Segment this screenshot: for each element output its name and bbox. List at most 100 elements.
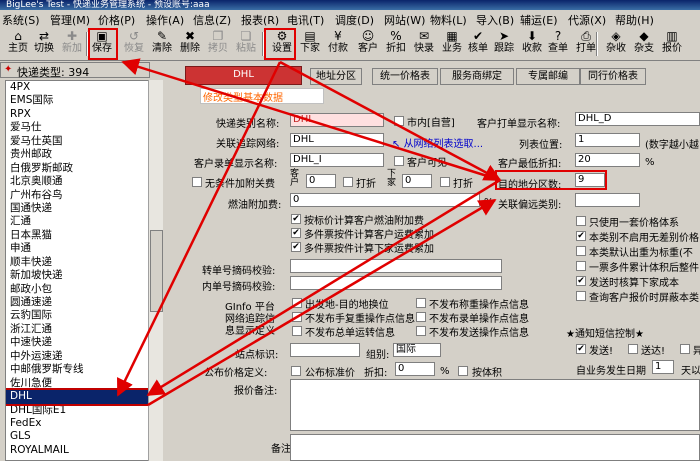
新加-button[interactable]: ✚ 新加 <box>60 30 84 58</box>
list-item[interactable]: GLS <box>6 430 152 443</box>
right-opt-1-checkbox[interactable]: ✔ <box>576 231 586 241</box>
list-item[interactable]: 顺丰快递 <box>6 256 152 269</box>
查单-button[interactable]: ? 查单 <box>546 30 570 58</box>
list-item[interactable]: 浙江汇通 <box>6 323 152 336</box>
menu-item-5[interactable]: 报表(R) <box>241 12 279 28</box>
cust-visible-checkbox[interactable] <box>394 156 404 166</box>
ginfo-right-opt-0-checkbox[interactable] <box>416 298 426 308</box>
min-discount-input[interactable]: 20 <box>575 153 640 167</box>
tab-1[interactable]: 地址分区 <box>310 68 362 85</box>
by-volume-checkbox[interactable] <box>458 366 468 376</box>
discount1-checkbox[interactable] <box>343 177 353 187</box>
menu-item-13[interactable]: 帮助(H) <box>615 12 654 28</box>
list-item[interactable]: EMS国际 <box>6 94 152 107</box>
menu-item-12[interactable]: 代源(X) <box>568 12 606 28</box>
切换-button[interactable]: ⇄ 切换 <box>32 30 56 58</box>
list-item[interactable]: 新加坡快递 <box>6 269 152 282</box>
menu-item-1[interactable]: 管理(M) <box>50 12 90 28</box>
杂支-button[interactable]: ◆ 杂支 <box>632 30 656 58</box>
删除-button[interactable]: ✖ 删除 <box>178 30 202 58</box>
sms-send-checkbox[interactable]: ✔ <box>576 344 586 354</box>
ginfo-opt-0-checkbox[interactable] <box>292 298 302 308</box>
menu-item-2[interactable]: 价格(P) <box>98 12 135 28</box>
打单-button[interactable]: ⎙ 打单 <box>574 30 598 58</box>
list-item[interactable]: 白俄罗斯邮政 <box>6 162 152 175</box>
list-item[interactable]: ROYALMAIL <box>6 444 152 457</box>
tab-0[interactable]: DHL <box>185 66 302 85</box>
local-checkbox[interactable] <box>394 116 404 126</box>
fee2-input[interactable]: 0 <box>402 174 432 188</box>
formula-discount-input[interactable]: 0 <box>395 362 435 376</box>
right-opt-5-checkbox[interactable] <box>576 291 586 301</box>
跟踪-button[interactable]: ➤ 跟踪 <box>492 30 516 58</box>
menu-item-11[interactable]: 辅运(E) <box>520 12 558 28</box>
tracking-input[interactable]: DHL <box>290 133 384 147</box>
杂收-button[interactable]: ◈ 杂收 <box>604 30 628 58</box>
恢复-button[interactable]: ↺ 恢复 <box>122 30 146 58</box>
核单-button[interactable]: ✔ 核单 <box>466 30 490 58</box>
select-network-link[interactable]: ↖ 从网络列表选取... <box>392 135 483 150</box>
list-item[interactable]: 爱马仕 <box>6 121 152 134</box>
list-item[interactable]: 中速快递 <box>6 336 152 349</box>
menu-item-0[interactable]: 系统(S) <box>2 12 40 28</box>
list-item[interactable]: DHL国际E1 <box>6 404 152 417</box>
list-item[interactable]: 国通快递 <box>6 202 152 215</box>
list-item[interactable]: 贵州邮政 <box>6 148 152 161</box>
remark-textarea[interactable] <box>290 434 700 461</box>
list-item[interactable]: 邮政小包 <box>6 283 152 296</box>
publish-checkbox[interactable] <box>291 366 301 376</box>
fuel-opt-2-checkbox[interactable]: ✔ <box>291 242 301 252</box>
menu-item-4[interactable]: 信息(Z) <box>193 12 231 28</box>
menu-item-10[interactable]: 导入(B) <box>476 12 514 28</box>
discount2-checkbox[interactable] <box>440 177 450 187</box>
list-item[interactable]: 广州布谷鸟 <box>6 189 152 202</box>
list-item[interactable]: 汇通 <box>6 215 152 228</box>
type-list[interactable]: 4PX EMS国际 RPX 爱马仕 爱马仕英国 贵州邮政 白俄罗斯邮政 北京奥顺通 广州布谷鸟国… <box>5 80 153 461</box>
tab-4[interactable]: 专属邮编 <box>516 68 580 85</box>
list-item[interactable]: 中邮俄罗斯专线 <box>6 363 152 376</box>
fuel-opt-0-checkbox[interactable]: ✔ <box>291 214 301 224</box>
sms-third-checkbox[interactable] <box>680 344 690 354</box>
menu-item-7[interactable]: 调度(D) <box>335 12 374 28</box>
biz-date-input[interactable]: 1 <box>652 360 674 374</box>
主页-button[interactable]: ⌂ 主页 <box>6 30 30 58</box>
station-input[interactable] <box>290 343 360 357</box>
list-item[interactable]: 申通 <box>6 242 152 255</box>
list-item[interactable]: 爱马仕英国 <box>6 135 152 148</box>
list-item[interactable]: 日本黑猫 <box>6 229 152 242</box>
list-item[interactable]: 云豹国际 <box>6 309 152 322</box>
list-scrollbar[interactable] <box>148 80 163 461</box>
related-input[interactable] <box>575 193 640 207</box>
menu-item-9[interactable]: 物料(L) <box>430 12 467 28</box>
unconditional-checkbox[interactable] <box>192 177 202 187</box>
right-opt-0-checkbox[interactable] <box>576 216 586 226</box>
list-item[interactable]: 北京奥顺通 <box>6 175 152 188</box>
menu-item-8[interactable]: 网站(W) <box>384 12 425 28</box>
list-item[interactable]: 圆通速递 <box>6 296 152 309</box>
transfer-input[interactable] <box>290 259 502 273</box>
ginfo-right-opt-1-checkbox[interactable] <box>416 312 426 322</box>
scroll-thumb[interactable] <box>150 230 163 312</box>
list-item[interactable]: 4PX <box>6 81 152 94</box>
收款-button[interactable]: ⬇ 收款 <box>520 30 544 58</box>
ginfo-opt-2-checkbox[interactable] <box>292 326 302 336</box>
客户-button[interactable]: ☺ 客户 <box>356 30 380 58</box>
cust-display-input[interactable]: DHL_I <box>290 153 384 167</box>
list-item[interactable]: RPX <box>6 108 152 121</box>
list-item[interactable]: 中外运速递 <box>6 350 152 363</box>
list-item[interactable]: FedEx <box>6 417 152 430</box>
list-item[interactable]: DHL <box>6 387 152 406</box>
list-item[interactable]: 佐川急便 <box>6 377 152 390</box>
sms-arrive-checkbox[interactable] <box>628 344 638 354</box>
tab-5[interactable]: 同行价格表 <box>580 68 646 85</box>
ginfo-opt-1-checkbox[interactable] <box>292 312 302 322</box>
modify-type-link[interactable]: 修改类型基本数据 <box>200 88 324 104</box>
notes-textarea[interactable] <box>290 379 700 431</box>
下家-button[interactable]: ▤ 下家 <box>298 30 322 58</box>
fuel-opt-1-checkbox[interactable]: ✔ <box>291 228 301 238</box>
报价-button[interactable]: ▥ 报价 <box>660 30 684 58</box>
tab-2[interactable]: 统一价格表 <box>372 68 438 85</box>
ginfo-right-opt-2-checkbox[interactable] <box>416 326 426 336</box>
fee1-input[interactable]: 0 <box>306 174 336 188</box>
list-pos-input[interactable]: 1 <box>575 133 640 147</box>
